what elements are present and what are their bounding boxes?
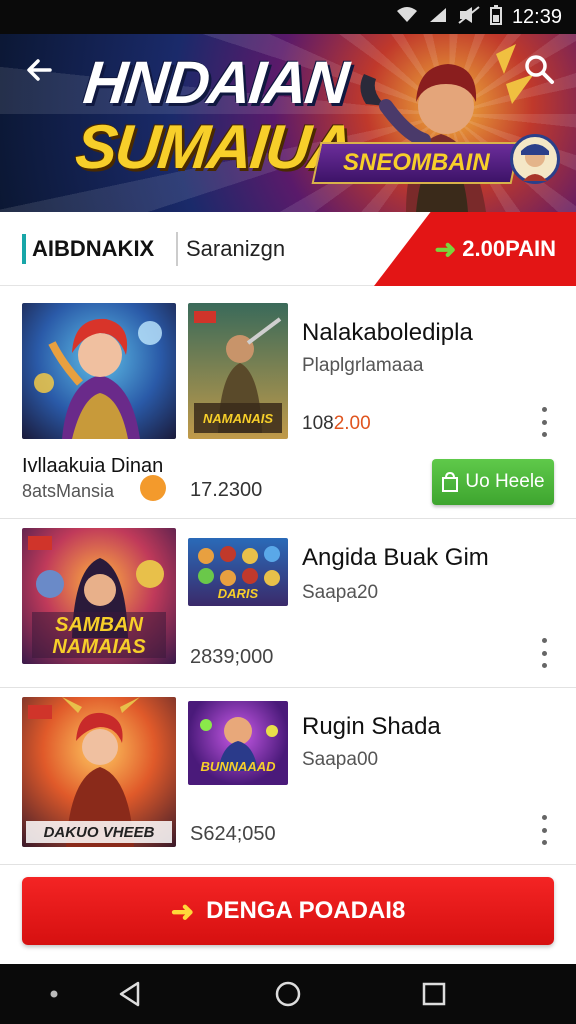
game-thumbnail-small[interactable]: BUNNAAAD (188, 701, 288, 785)
nav-home-button[interactable] (274, 980, 302, 1008)
arrow-right-icon: ➜ (434, 233, 457, 264)
item-figure: 2839;000 (190, 646, 274, 668)
thumbnail-caption: DARIS (217, 586, 259, 601)
item-secondary-figure: 17.2300 (190, 479, 263, 501)
shopping-bag-icon (442, 472, 459, 492)
wifi-icon (396, 6, 418, 29)
arrow-left-icon (27, 59, 52, 81)
hero-banner: HNDAIAN SUMAIUA SNEOMBAIN (0, 34, 576, 212)
more-dot (541, 815, 547, 820)
arrow-right-icon: ➜ (170, 895, 195, 927)
more-dot (541, 827, 547, 833)
item-title[interactable]: Angida Buak Gim (302, 544, 489, 572)
game-thumbnail-large[interactable]: SAMBAN NAMAIAS (22, 528, 176, 664)
banner-title-line2: SUMAIUA (72, 113, 355, 182)
status-bar: 12:39 (0, 0, 576, 34)
more-dot (541, 840, 547, 845)
item-price: 1082.00 (302, 413, 371, 434)
dot-icon (50, 990, 58, 998)
search-icon (525, 55, 554, 84)
search-button[interactable] (522, 52, 556, 86)
signal-icon (428, 6, 448, 29)
system-nav-bar (0, 964, 576, 1024)
more-options-button[interactable] (536, 815, 552, 845)
primary-cta-button[interactable]: ➜ DENGA POADAI8 (22, 877, 554, 945)
nav-back-button[interactable] (116, 980, 144, 1008)
item-title[interactable]: Nalakaboledipla (302, 319, 473, 347)
item-subtitle: Saapa20 (302, 582, 379, 603)
thumbnail-caption: DAKUO VHEEB (43, 824, 155, 841)
price-tab-label: 2.00PAIN (462, 236, 556, 261)
item-caption: Ivllaakuia Dinan (22, 455, 164, 477)
more-dot (541, 419, 547, 425)
more-dot (541, 663, 547, 668)
thumbnail-caption: BUNNAAAD (200, 759, 276, 774)
cta-label: DENGA POADAI8 (206, 897, 406, 924)
banner-badge: SNEOMBAIN (311, 142, 521, 184)
list-item[interactable]: NAMANAIS Nalakaboledipla Plaplgrlamaaa 1… (0, 287, 576, 519)
thumbnail-caption: NAMANAIS (202, 411, 274, 426)
item-subtitle: Plaplgrlamaaa (302, 355, 424, 376)
price-tab[interactable]: ➜ 2.00PAIN (374, 212, 576, 286)
badge-avatar (510, 134, 560, 184)
game-thumbnail-large[interactable] (22, 303, 176, 439)
game-thumbnail-small[interactable]: DARIS (188, 538, 288, 606)
more-options-button[interactable] (536, 407, 552, 437)
hero-character-illustration (360, 44, 534, 212)
banner-title-line1: HNDAIAN (80, 49, 351, 116)
tab-bar: AIBDNAKIX Saranizgn ➜ 2.00PAIN (0, 212, 576, 286)
more-options-button[interactable] (536, 638, 552, 668)
more-dot (541, 638, 547, 643)
list-item[interactable]: DAKUO VHEEB BUNNAAAD Rugin Shada Saapa00… (0, 689, 576, 865)
clock: 12:39 (511, 5, 562, 28)
game-thumbnail-large[interactable]: DAKUO VHEEB (22, 697, 176, 847)
battery-icon (489, 4, 502, 30)
game-thumbnail-small[interactable]: NAMANAIS (188, 303, 288, 439)
tab-divider (176, 232, 178, 266)
mute-icon (458, 5, 480, 29)
install-button[interactable]: Uo Heele (432, 459, 554, 505)
more-dot (541, 432, 547, 437)
back-button[interactable] (24, 54, 58, 88)
more-dot (541, 407, 547, 412)
item-figure: S624;050 (190, 823, 276, 845)
list-item[interactable]: SAMBAN NAMAIAS DARIS Angida Buak Gim Saa… (0, 520, 576, 688)
item-subtitle: Saapa00 (302, 749, 379, 770)
item-title[interactable]: Rugin Shada (302, 713, 441, 741)
nav-recents-button[interactable] (420, 980, 448, 1008)
item-caption-sub: 8atsMansia (22, 481, 115, 501)
more-dot (541, 650, 547, 656)
tab-primary[interactable]: AIBDNAKIX (22, 234, 154, 264)
thumbnail-caption: SAMBAN NAMAIAS (52, 614, 146, 658)
emoji-icon (140, 475, 166, 501)
install-button-label: Uo Heele (465, 471, 545, 492)
tab-secondary[interactable]: Saranizgn (186, 234, 285, 264)
